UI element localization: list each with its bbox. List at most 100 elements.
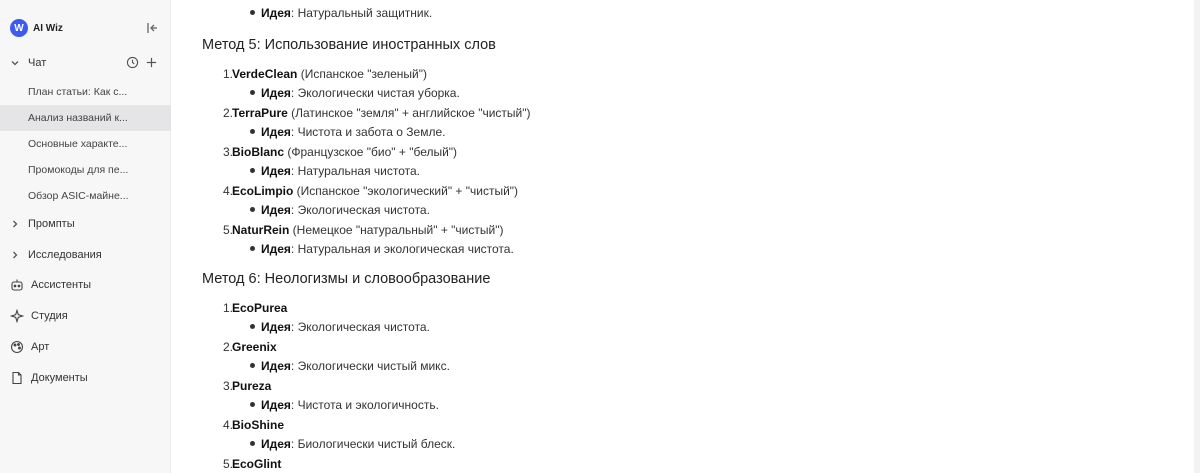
bullet-icon [250,207,255,213]
sparkle-icon [10,309,24,323]
idea-row: Идея: Экологическая чистота. [250,320,430,334]
sidebar-item-assistants[interactable]: Ассистенты [0,273,171,297]
brand-name-suggestion: EcoPurea [232,301,288,315]
list-number: 4. [222,184,233,198]
brand-name-suggestion: VerdeClean [232,67,298,81]
sidebar-item-label: Промпты [28,218,75,230]
idea-label: Идея [261,398,291,412]
recent-chat-item[interactable]: План статьи: Как с... [0,79,171,105]
bullet-icon [250,441,255,447]
chat-message-content: Идея: Натуральный защитник. Метод 5: Исп… [172,0,1200,473]
bullet-icon [250,324,255,330]
sidebar-item-studio[interactable]: Студия [0,304,171,328]
name-origin-note: (Немецкое "натуральный" + "чистый") [289,223,504,237]
list-item: Greenix [232,340,277,354]
chevron-down-icon [11,61,19,66]
list-number: 2. [222,340,233,354]
idea-row: Идея: Чистота и забота о Земле. [250,125,446,139]
sidebar-item-documents[interactable]: Документы [0,366,171,390]
history-icon[interactable] [126,56,139,69]
brand-name-suggestion: NaturRein [232,223,290,237]
sidebar-item-research[interactable]: Исследования [0,243,171,267]
sidebar-item-label: Исследования [28,249,102,261]
brand-name-suggestion: Pureza [232,379,272,393]
idea-row: Идея: Натуральная и экологическая чистот… [250,242,514,256]
sidebar-item-label: Студия [31,310,68,322]
bullet-icon [250,90,255,96]
list-item: EcoPurea [232,301,287,315]
brand-name-suggestion: BioBlanc [232,145,285,159]
idea-text: : Экологически чистая уборка. [290,86,460,100]
bullet-icon [250,10,255,16]
section-heading: Метод 5: Использование иностранных слов [202,37,496,53]
idea-text: : Биологически чистый блеск. [290,437,456,451]
sidebar-item-prompts[interactable]: Промпты [0,212,171,236]
scrollbar[interactable] [1194,0,1200,473]
sidebar-item-art[interactable]: Арт [0,335,171,359]
list-number: 1. [222,67,233,81]
document-icon [12,371,22,385]
idea-row: Идея: Натуральная чистота. [250,164,420,178]
sidebar-item-label: Чат [28,57,47,69]
idea-label: Идея [261,242,291,256]
idea-row: Идея: Экологическая чистота. [250,203,430,217]
idea-text: : Экологически чистый микс. [290,359,450,373]
idea-row: Идея: Чистота и экологичность. [250,398,439,412]
idea-text: : Чистота и экологичность. [290,398,439,412]
brand-name-suggestion: EcoGlint [232,457,282,471]
idea-row: Идея: Натуральный защитник. [250,6,432,20]
sidebar-item-chat[interactable]: Чат [0,51,171,75]
bullet-icon [250,363,255,369]
idea-label: Идея [261,86,291,100]
name-origin-note: (Испанское "зеленый") [297,67,427,81]
list-item: EcoLimpio (Испанское "экологический" + "… [232,184,518,198]
brand-name-suggestion: Greenix [232,340,277,354]
idea-label: Идея [261,320,291,334]
list-item: EcoGlint [232,457,281,471]
brand[interactable]: W AI Wiz [10,19,63,37]
idea-label: Идея [261,125,291,139]
list-item: VerdeClean (Испанское "зеленый") [232,67,427,81]
list-number: 3. [222,145,233,159]
collapse-sidebar-icon[interactable] [145,21,159,35]
app-name: AI Wiz [33,22,63,34]
recent-chat-item[interactable]: Анализ названий к... [0,105,171,131]
list-number: 1. [222,301,233,315]
list-item: NaturRein (Немецкое "натуральный" + "чис… [232,223,503,237]
idea-label: Идея [261,164,291,178]
plus-icon[interactable] [145,56,158,69]
brand-name-suggestion: BioShine [232,418,285,432]
idea-text: : Натуральная и экологическая чистота. [290,242,514,256]
recent-chat-item[interactable]: Обзор ASIC-майне... [0,183,171,209]
list-number: 3. [222,379,233,393]
sidebar-item-label: Ассистенты [31,279,92,291]
app-logo: W [10,19,28,37]
name-origin-note: (Латинское "земля" + английское "чистый"… [287,106,531,120]
sidebar: W AI Wiz Чат План статьи: Как с... Анализ… [0,0,171,473]
bullet-icon [250,129,255,135]
chevron-right-icon [13,251,18,259]
chevron-right-icon [13,220,18,228]
name-origin-note: (Французское "био" + "белый") [284,145,458,159]
idea-row: Идея: Экологически чистая уборка. [250,86,460,100]
idea-text: : Экологическая чистота. [290,320,430,334]
idea-row: Идея: Биологически чистый блеск. [250,437,455,451]
idea-text: : Натуральный защитник. [290,6,433,20]
brand-name-suggestion: EcoLimpio [232,184,294,198]
idea-row: Идея: Экологически чистый микс. [250,359,450,373]
list-item: BioShine [232,418,284,432]
recent-chat-item[interactable]: Промокоды для пе... [0,157,171,183]
list-number: 4. [222,418,233,432]
sidebar-item-label: Документы [31,372,88,384]
list-item: TerraPure (Латинское "земля" + английско… [232,106,531,120]
list-number: 5. [222,223,233,237]
bullet-icon [250,246,255,252]
idea-label: Идея [261,6,291,20]
section-heading: Метод 6: Неологизмы и словообразование [202,271,491,287]
idea-text: : Натуральная чистота. [290,164,420,178]
robot-icon [11,279,23,291]
brand-name-suggestion: TerraPure [232,106,288,120]
idea-label: Идея [261,203,291,217]
list-item: BioBlanc (Французское "био" + "белый") [232,145,457,159]
recent-chat-item[interactable]: Основные характе... [0,131,171,157]
